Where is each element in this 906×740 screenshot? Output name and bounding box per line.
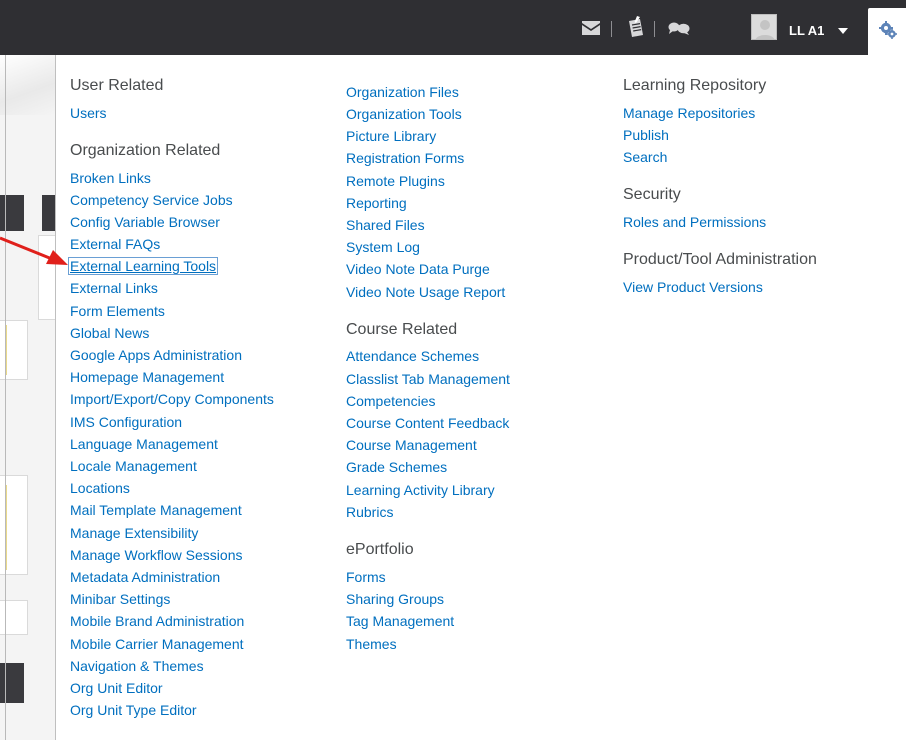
user-name[interactable]: LL A1 bbox=[789, 23, 824, 38]
link-ims-configuration[interactable]: IMS Configuration bbox=[70, 414, 182, 430]
background-tab bbox=[42, 195, 55, 231]
link-competency-service-jobs[interactable]: Competency Service Jobs bbox=[70, 192, 233, 208]
link-org-unit-editor[interactable]: Org Unit Editor bbox=[70, 680, 163, 696]
link-publish[interactable]: Publish bbox=[623, 127, 669, 143]
link-homepage-management[interactable]: Homepage Management bbox=[70, 369, 224, 385]
admin-tools-menu: User Related Users Organization Related … bbox=[55, 55, 906, 740]
link-search[interactable]: Search bbox=[623, 149, 667, 165]
link-system-log[interactable]: System Log bbox=[346, 239, 420, 255]
group-title-eportfolio: ePortfolio bbox=[346, 541, 414, 558]
link-mobile-brand-administration[interactable]: Mobile Brand Administration bbox=[70, 613, 244, 629]
link-competencies[interactable]: Competencies bbox=[346, 393, 436, 409]
link-external-faqs[interactable]: External FAQs bbox=[70, 236, 160, 252]
link-users[interactable]: Users bbox=[70, 105, 107, 121]
link-video-note-data-purge[interactable]: Video Note Data Purge bbox=[346, 261, 490, 277]
annotation-arrow-icon bbox=[0, 236, 68, 265]
group-title-course-related: Course Related bbox=[346, 321, 458, 338]
background-accent bbox=[6, 325, 7, 375]
link-course-content-feedback[interactable]: Course Content Feedback bbox=[346, 415, 509, 431]
group-title-user-related: User Related bbox=[70, 77, 164, 94]
background-tab bbox=[0, 195, 24, 231]
link-course-management[interactable]: Course Management bbox=[346, 437, 477, 453]
link-org-unit-type-editor[interactable]: Org Unit Type Editor bbox=[70, 702, 197, 718]
link-roles-and-permissions[interactable]: Roles and Permissions bbox=[623, 214, 766, 230]
link-attendance-schemes[interactable]: Attendance Schemes bbox=[346, 348, 479, 364]
link-navigation-themes[interactable]: Navigation & Themes bbox=[70, 658, 204, 674]
link-remote-plugins[interactable]: Remote Plugins bbox=[346, 173, 445, 189]
link-external-learning-tools[interactable]: External Learning Tools bbox=[67, 257, 219, 275]
link-organization-tools[interactable]: Organization Tools bbox=[346, 106, 462, 122]
link-locations[interactable]: Locations bbox=[70, 480, 130, 496]
link-sharing-groups[interactable]: Sharing Groups bbox=[346, 591, 444, 607]
link-manage-repositories[interactable]: Manage Repositories bbox=[623, 105, 755, 121]
link-minibar-settings[interactable]: Minibar Settings bbox=[70, 591, 170, 607]
page-border bbox=[5, 0, 6, 740]
link-grade-schemes[interactable]: Grade Schemes bbox=[346, 459, 447, 475]
background-accent bbox=[6, 485, 7, 570]
link-google-apps-administration[interactable]: Google Apps Administration bbox=[70, 347, 242, 363]
background-page bbox=[0, 55, 55, 740]
link-forms[interactable]: Forms bbox=[346, 569, 386, 585]
link-global-news[interactable]: Global News bbox=[70, 325, 149, 341]
link-language-management[interactable]: Language Management bbox=[70, 436, 218, 452]
top-navbar: LL A1 bbox=[0, 0, 906, 55]
link-config-variable-browser[interactable]: Config Variable Browser bbox=[70, 214, 220, 230]
notepad-icon[interactable] bbox=[626, 16, 646, 43]
group-title-product-tool-administration: Product/Tool Administration bbox=[623, 251, 817, 268]
group-title-organization-related: Organization Related bbox=[70, 142, 221, 159]
link-organization-files[interactable]: Organization Files bbox=[346, 84, 459, 100]
group-title-security: Security bbox=[623, 186, 681, 203]
link-locale-management[interactable]: Locale Management bbox=[70, 458, 197, 474]
link-themes[interactable]: Themes bbox=[346, 636, 397, 652]
link-mobile-carrier-management[interactable]: Mobile Carrier Management bbox=[70, 636, 244, 652]
link-form-elements[interactable]: Form Elements bbox=[70, 303, 165, 319]
link-reporting[interactable]: Reporting bbox=[346, 195, 407, 211]
link-manage-workflow-sessions[interactable]: Manage Workflow Sessions bbox=[70, 547, 242, 563]
link-broken-links[interactable]: Broken Links bbox=[70, 170, 151, 186]
chevron-down-icon[interactable] bbox=[838, 28, 848, 34]
link-shared-files[interactable]: Shared Files bbox=[346, 217, 425, 233]
navbar-separator bbox=[654, 21, 655, 37]
avatar[interactable] bbox=[751, 14, 777, 40]
background-tab bbox=[0, 663, 24, 703]
link-mail-template-management[interactable]: Mail Template Management bbox=[70, 502, 242, 518]
link-rubrics[interactable]: Rubrics bbox=[346, 504, 393, 520]
group-title-learning-repository: Learning Repository bbox=[623, 77, 767, 94]
link-metadata-administration[interactable]: Metadata Administration bbox=[70, 569, 220, 585]
gear-icon bbox=[879, 21, 897, 39]
navbar-separator bbox=[611, 21, 612, 37]
link-classlist-tab-management[interactable]: Classlist Tab Management bbox=[346, 371, 510, 387]
link-video-note-usage-report[interactable]: Video Note Usage Report bbox=[346, 284, 505, 300]
link-view-product-versions[interactable]: View Product Versions bbox=[623, 279, 763, 295]
mail-icon[interactable] bbox=[581, 20, 601, 41]
link-tag-management[interactable]: Tag Management bbox=[346, 613, 454, 629]
link-import-export-copy-components[interactable]: Import/Export/Copy Components bbox=[70, 391, 274, 407]
link-manage-extensibility[interactable]: Manage Extensibility bbox=[70, 525, 198, 541]
background-swoosh bbox=[0, 55, 55, 115]
link-learning-activity-library[interactable]: Learning Activity Library bbox=[346, 482, 495, 498]
link-registration-forms[interactable]: Registration Forms bbox=[346, 150, 464, 166]
chat-bubbles-icon[interactable] bbox=[667, 21, 691, 40]
link-picture-library[interactable]: Picture Library bbox=[346, 128, 436, 144]
admin-tools-button[interactable] bbox=[868, 8, 906, 55]
link-external-links[interactable]: External Links bbox=[70, 280, 158, 296]
